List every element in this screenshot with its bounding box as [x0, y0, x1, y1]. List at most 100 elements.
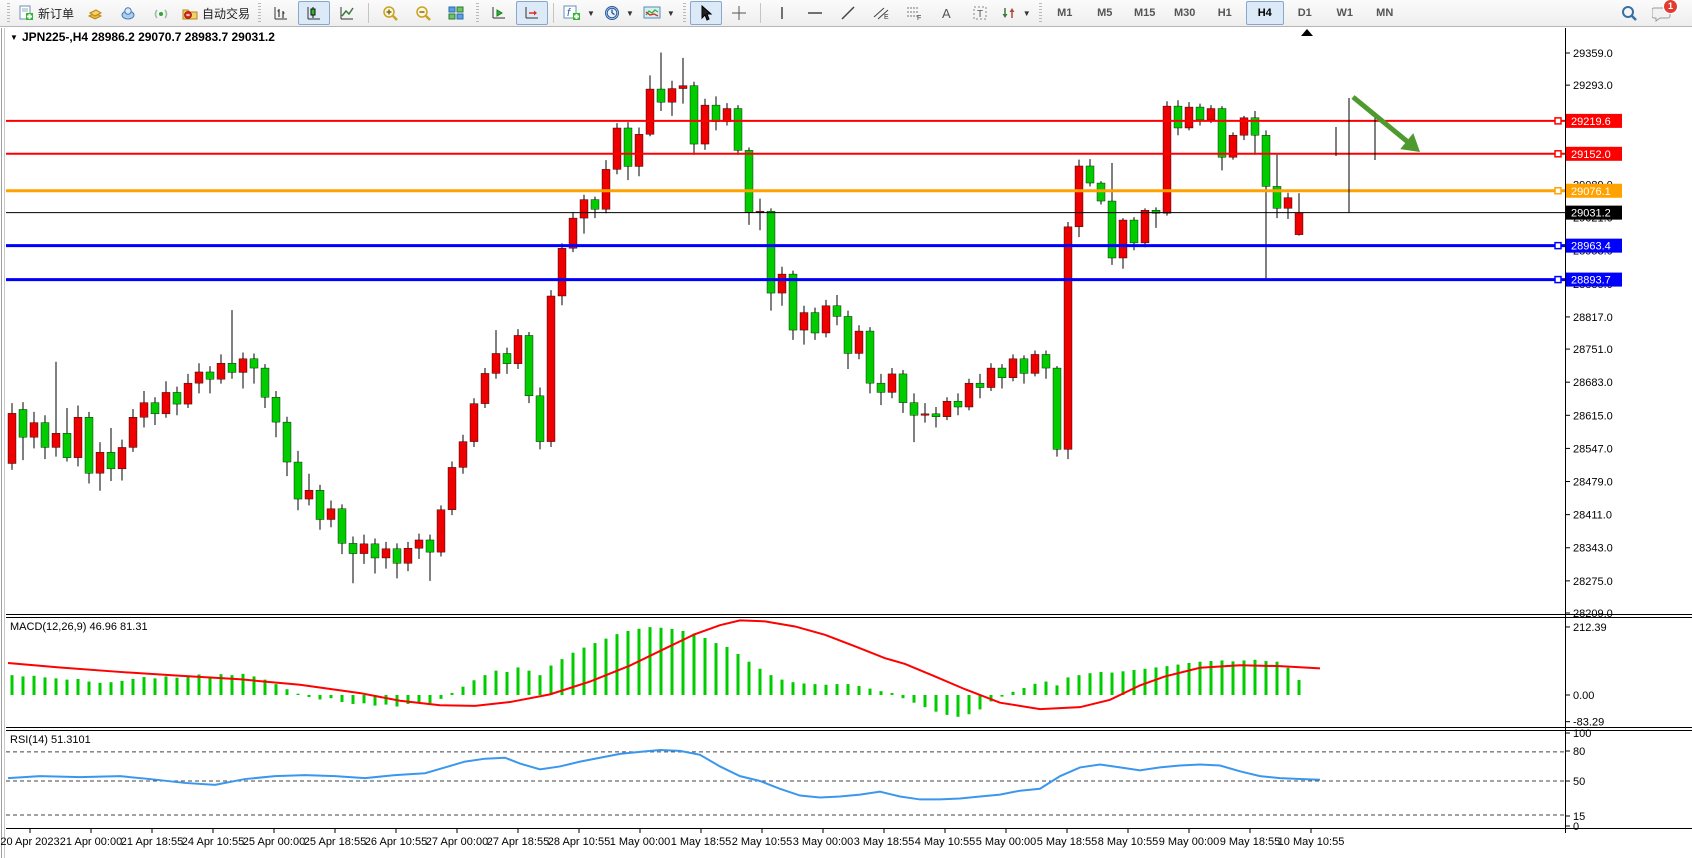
auto-trading-button[interactable]: 自动交易	[178, 1, 254, 25]
bull-candle	[74, 417, 82, 457]
bull-candle	[327, 509, 335, 520]
bear-candle	[954, 401, 962, 407]
market-depth-icon	[87, 5, 103, 21]
crosshair-button[interactable]	[723, 1, 755, 25]
line-chart-icon	[339, 5, 355, 21]
chart-title: JPN225-,H4 28986.2 29070.7 28983.7 29031…	[22, 30, 275, 44]
arrow-objects-button[interactable]: ▼	[997, 1, 1035, 25]
shapes-button[interactable]: T	[964, 1, 996, 25]
timeframe-d1-button[interactable]: D1	[1286, 1, 1324, 25]
date-label: 3 May 18:55	[854, 836, 915, 848]
horizontal-line-button[interactable]	[799, 1, 831, 25]
market-depth-button[interactable]	[79, 1, 111, 25]
toolbar-grip	[683, 3, 686, 23]
bear-candle	[910, 403, 918, 416]
mt4-terminal: { "toolbar": { "new_order_label": "新订单",…	[0, 0, 1692, 858]
horizontal-line-icon	[806, 5, 824, 21]
bear-candle	[338, 509, 346, 544]
date-label: 21 Apr 18:55	[121, 836, 183, 848]
date-label: 26 Apr 10:55	[365, 836, 427, 848]
bear-candle	[1108, 201, 1116, 258]
vertical-line-button[interactable]	[766, 1, 798, 25]
text-icon: A	[940, 5, 954, 21]
candlestick-chart-button[interactable]	[298, 1, 330, 25]
bear-candle	[294, 462, 302, 499]
templates-button[interactable]: ▼	[639, 1, 679, 25]
zoom-out-icon	[415, 5, 432, 22]
svg-text:E: E	[884, 14, 889, 21]
timeframe-m1-button[interactable]: M1	[1046, 1, 1084, 25]
timeframe-m5-button[interactable]: M5	[1086, 1, 1124, 25]
crosshair-icon	[731, 5, 747, 21]
bear-candle	[228, 363, 236, 372]
level-line-handle[interactable]	[1555, 188, 1561, 194]
level-line-handle[interactable]	[1555, 118, 1561, 124]
bull-candle	[195, 372, 203, 383]
bull-candle	[1119, 220, 1127, 258]
date-label: 9 May 00:00	[1159, 836, 1220, 848]
bear-candle	[41, 423, 49, 448]
level-line-handle[interactable]	[1555, 277, 1561, 283]
chart-canvas[interactable]: 29359.029293.029225.029157.029089.029021…	[0, 28, 1692, 858]
timeframe-mn-button[interactable]: MN	[1366, 1, 1404, 25]
bull-candle	[470, 404, 478, 442]
new-order-button[interactable]: 新订单	[14, 1, 78, 25]
bar-chart-button[interactable]	[265, 1, 297, 25]
price-tick-label: 28343.0	[1573, 543, 1613, 555]
indicators-button[interactable]: f ▼	[559, 1, 599, 25]
zoom-in-button[interactable]	[374, 1, 406, 25]
chat-button[interactable]: 1	[1646, 1, 1678, 25]
price-level-badge-label: 29076.1	[1571, 186, 1611, 198]
text-button[interactable]: A	[931, 1, 963, 25]
auto-scroll-button[interactable]	[483, 1, 515, 25]
date-label: 3 May 00:00	[793, 836, 854, 848]
bull-candle	[437, 510, 445, 552]
search-button[interactable]	[1613, 1, 1645, 25]
fibonacci-button[interactable]: F	[898, 1, 930, 25]
timeframe-h1-button[interactable]: H1	[1206, 1, 1244, 25]
trendline-button[interactable]	[832, 1, 864, 25]
community-button[interactable]	[112, 1, 144, 25]
timeframe-w1-button[interactable]: W1	[1326, 1, 1364, 25]
chart-shift-marker[interactable]	[1301, 29, 1313, 36]
bear-candle	[503, 353, 511, 363]
chart-shift-button[interactable]	[516, 1, 548, 25]
timeframe-m15-button[interactable]: M15	[1126, 1, 1164, 25]
price-tick-label: 28479.0	[1573, 477, 1613, 489]
line-chart-button[interactable]	[331, 1, 363, 25]
bull-candle	[1295, 213, 1303, 235]
cursor-icon	[699, 5, 713, 21]
date-label: 4 May 10:55	[915, 836, 976, 848]
bull-candle	[184, 383, 192, 404]
bull-candle	[448, 467, 456, 509]
price-level-badge-label: 28893.7	[1571, 275, 1611, 287]
chart-window: 29359.029293.029225.029157.029089.029021…	[0, 28, 1692, 858]
bear-candle	[998, 368, 1006, 378]
bear-candle	[976, 383, 984, 387]
bear-candle	[833, 306, 841, 317]
channel-button[interactable]: E	[865, 1, 897, 25]
signals-button[interactable]	[145, 1, 177, 25]
bear-candle	[173, 392, 181, 404]
date-label: 9 May 18:55	[1220, 836, 1281, 848]
level-line-handle[interactable]	[1555, 243, 1561, 249]
macd-tick-label: 212.39	[1573, 622, 1607, 634]
date-label: 21 Apr 00:00	[60, 836, 122, 848]
level-line-handle[interactable]	[1555, 151, 1561, 157]
periods-button[interactable]: ▼	[600, 1, 638, 25]
bull-candle	[459, 442, 467, 468]
timeframe-h4-button[interactable]: H4	[1246, 1, 1284, 25]
bull-candle	[162, 392, 170, 413]
candlestick-chart-icon	[306, 5, 322, 21]
price-level-badge-label: 29219.6	[1571, 116, 1611, 128]
rsi-tick-label: 50	[1573, 776, 1585, 788]
date-label: 25 Apr 00:00	[243, 836, 305, 848]
timeframe-m30-button[interactable]: M30	[1166, 1, 1204, 25]
bull-candle	[987, 368, 995, 387]
bull-candle	[800, 313, 808, 331]
zoom-out-button[interactable]	[407, 1, 439, 25]
tile-windows-button[interactable]	[440, 1, 472, 25]
bear-candle	[624, 128, 632, 166]
cursor-button[interactable]	[690, 1, 722, 25]
bear-candle	[591, 200, 599, 210]
